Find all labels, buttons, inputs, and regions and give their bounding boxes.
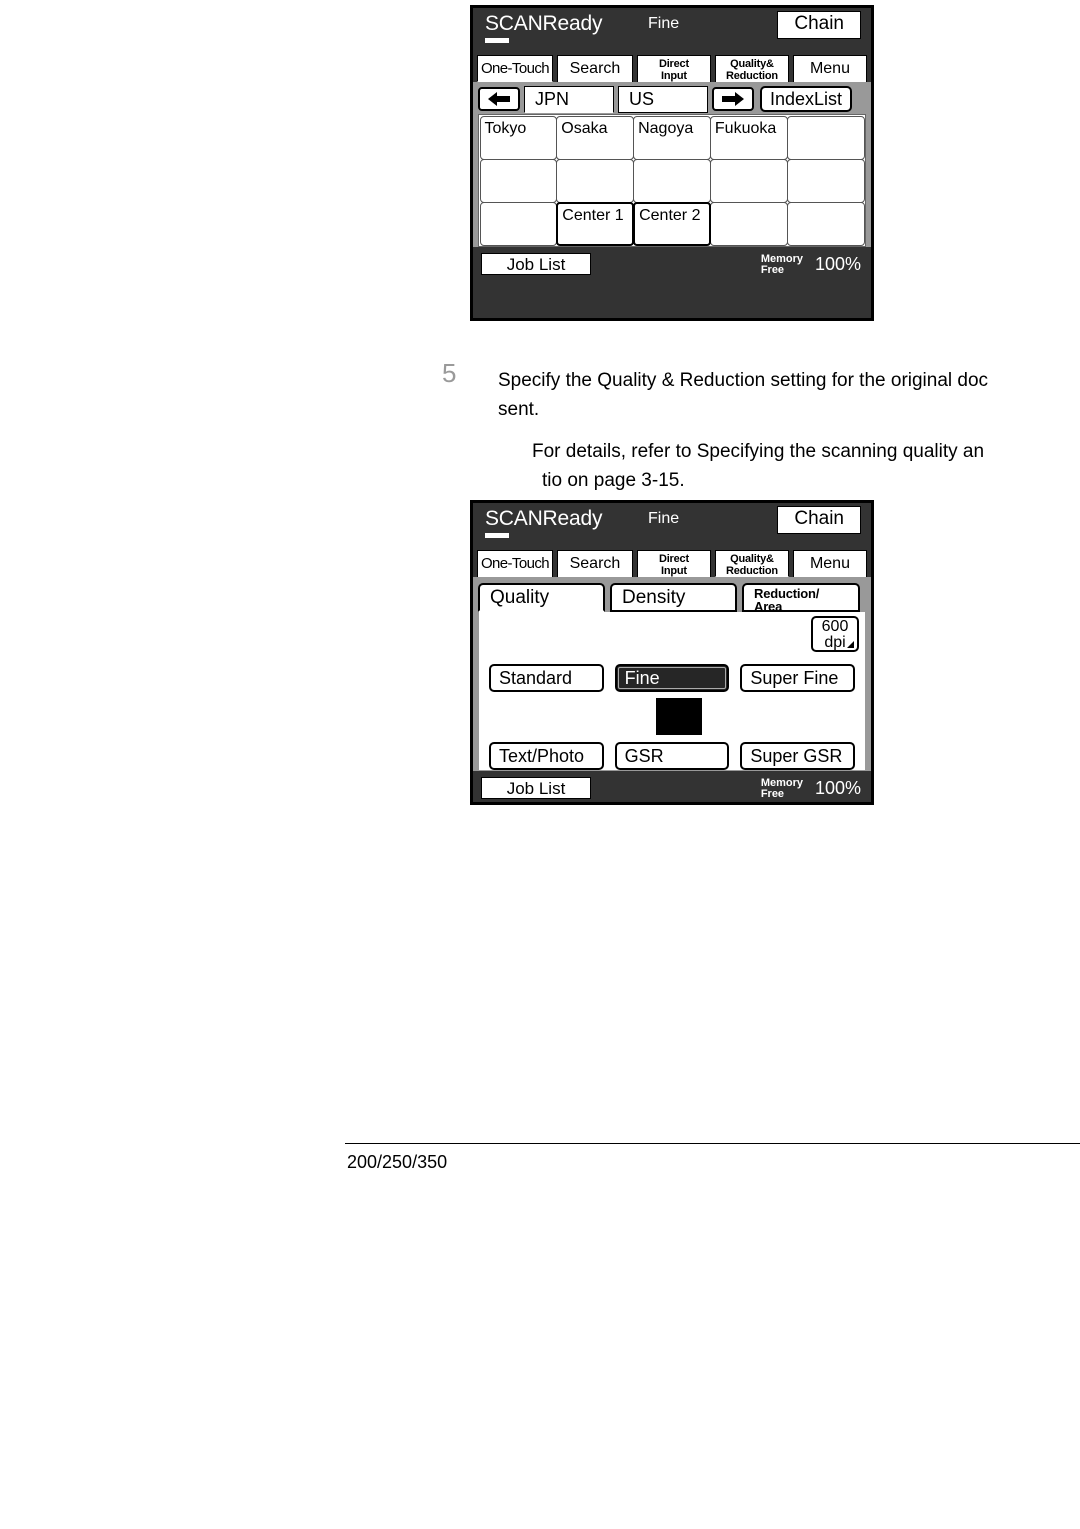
status-mode: Fine xyxy=(648,15,680,32)
status-title: SCANReady xyxy=(485,507,603,530)
one-touch-key[interactable]: Tokyo xyxy=(479,115,558,160)
memory-free-label: Memory Free xyxy=(761,778,803,800)
status-indicator-bar xyxy=(485,38,509,43)
step-note-line2: tio on page 3-15. xyxy=(542,470,685,491)
tab-direct-input-line2: Input xyxy=(661,70,687,82)
prev-index-button[interactable] xyxy=(478,87,520,111)
dpi-value: 600 xyxy=(821,618,849,635)
index-list-button[interactable]: IndexList xyxy=(760,86,853,112)
job-list-button[interactable]: Job List xyxy=(481,253,591,275)
one-touch-key[interactable] xyxy=(556,158,635,203)
footer-bar: Job List Memory Free 100% xyxy=(473,251,871,277)
one-touch-grid: Tokyo Osaka Nagoya Fukuoka Center 1 Cent… xyxy=(479,115,865,246)
memory-free-value: 100% xyxy=(814,254,861,274)
sub-tab-reduction-area[interactable]: Reduction/ Area xyxy=(742,583,860,613)
quality-buttons-row-2: Text/Photo GSR Super GSR xyxy=(489,742,856,770)
quality-settings-body: 600 dpi Standard Fine Super Fine Text/Ph… xyxy=(478,612,866,771)
index-nav-row: JPN US IndexList xyxy=(473,82,871,114)
tab-quality-reduction-line2: Reduction xyxy=(725,70,778,82)
main-tab-row: One-Touch Search Direct Input Quality& R… xyxy=(473,549,871,577)
quality-button-text-photo[interactable]: Text/Photo xyxy=(489,742,604,770)
quality-button-standard[interactable]: Standard xyxy=(489,664,604,692)
index-tab-jpn[interactable]: JPN xyxy=(524,85,614,113)
footer-bar: Job List Memory Free 100% xyxy=(473,775,871,801)
memory-label-line2: Free xyxy=(760,788,785,800)
one-touch-key-center-1[interactable]: Center 1 xyxy=(556,201,635,246)
step-number: 5 xyxy=(442,358,457,388)
tab-direct-input-line1: Direct xyxy=(658,58,689,70)
tab-direct-input[interactable]: Direct Input xyxy=(636,550,711,577)
quality-button-fine[interactable]: Fine xyxy=(614,664,730,692)
memory-free-label: Memory Free xyxy=(761,254,803,276)
lcd-panel-quality: SCANReady Fine Chain One-Touch Search Di… xyxy=(470,500,874,805)
quality-buttons-row-1: Standard Fine Super Fine xyxy=(489,664,856,692)
tab-quality-reduction-line2: Reduction xyxy=(725,565,778,577)
step-note-line1: For details, refer to Specifying the sca… xyxy=(532,441,985,462)
memory-free-value: 100% xyxy=(814,778,861,798)
tab-menu[interactable]: Menu xyxy=(792,55,867,82)
tab-search[interactable]: Search xyxy=(556,55,633,82)
tab-direct-input-line1: Direct xyxy=(658,553,689,565)
one-touch-key[interactable] xyxy=(786,115,865,160)
memory-label-line2: Free xyxy=(760,264,785,276)
quality-button-gsr[interactable]: GSR xyxy=(614,742,730,770)
page-footer-text: 200/250/350 xyxy=(347,1152,448,1172)
footer-divider xyxy=(345,1143,1080,1144)
arrow-left-icon xyxy=(488,92,510,106)
one-touch-key[interactable] xyxy=(633,158,711,203)
redaction-block xyxy=(656,698,702,735)
status-indicator-bar xyxy=(485,533,509,538)
sub-tab-quality[interactable]: Quality xyxy=(478,583,605,612)
tab-one-touch[interactable]: One-Touch xyxy=(477,55,553,82)
quality-button-super-fine[interactable]: Super Fine xyxy=(740,664,856,692)
dropdown-corner-icon xyxy=(847,641,854,648)
one-touch-key[interactable]: Nagoya xyxy=(633,115,711,160)
tab-menu[interactable]: Menu xyxy=(792,550,867,577)
chain-button[interactable]: Chain xyxy=(777,506,861,534)
step-note: For details, refer to Specifying the sca… xyxy=(532,437,1080,495)
one-touch-key[interactable] xyxy=(786,158,865,203)
status-title: SCANReady xyxy=(485,12,603,35)
main-tab-row: One-Touch Search Direct Input Quality& R… xyxy=(473,54,871,82)
tab-direct-input[interactable]: Direct Input xyxy=(636,55,711,82)
tab-quality-reduction[interactable]: Quality& Reduction xyxy=(714,550,789,577)
job-list-button[interactable]: Job List xyxy=(481,777,591,799)
step-text-line2: sent. xyxy=(498,399,540,420)
lcd-panel-one-touch: SCANReady Fine Chain One-Touch Search Di… xyxy=(470,5,874,321)
one-touch-key-center-2[interactable]: Center 2 xyxy=(633,201,711,246)
quality-sub-tab-row: Quality Density Reduction/ Area xyxy=(473,577,871,613)
one-touch-key[interactable] xyxy=(786,201,865,246)
tab-quality-reduction-line1: Quality& xyxy=(730,553,774,565)
one-touch-key[interactable] xyxy=(709,158,788,203)
tab-quality-reduction[interactable]: Quality& Reduction xyxy=(714,55,789,82)
index-tab-us[interactable]: US xyxy=(618,85,708,113)
arrow-right-icon xyxy=(722,92,744,106)
one-touch-key[interactable]: Fukuoka xyxy=(709,115,788,160)
status-bar: SCANReady Fine Chain xyxy=(473,8,871,54)
status-bar: SCANReady Fine Chain xyxy=(473,503,871,549)
one-touch-grid-wrapper: Tokyo Osaka Nagoya Fukuoka Center 1 Cent… xyxy=(478,114,866,247)
quality-button-super-gsr[interactable]: Super GSR xyxy=(740,742,856,770)
one-touch-key[interactable] xyxy=(709,201,788,246)
panel-body: JPN US IndexList Tokyo Osaka Nagoya Fuku… xyxy=(473,82,871,247)
panel-body: Quality Density Reduction/ Area 600 dpi … xyxy=(473,577,871,771)
tab-search[interactable]: Search xyxy=(556,550,633,577)
chain-button[interactable]: Chain xyxy=(777,11,861,39)
tab-quality-reduction-line1: Quality& xyxy=(730,58,774,70)
step-text-line1: Specify the Quality & Reduction setting … xyxy=(498,370,989,391)
tab-one-touch[interactable]: One-Touch xyxy=(477,550,553,577)
one-touch-key[interactable] xyxy=(479,158,558,203)
one-touch-key[interactable] xyxy=(479,201,558,246)
tab-direct-input-line2: Input xyxy=(661,565,687,577)
status-mode: Fine xyxy=(648,510,680,527)
one-touch-key[interactable]: Osaka xyxy=(556,115,635,160)
step-text: Specify the Quality & Reduction setting … xyxy=(498,366,1080,424)
sub-tab-density[interactable]: Density xyxy=(610,583,737,612)
next-index-button[interactable] xyxy=(712,87,754,111)
resolution-dpi-button[interactable]: 600 dpi xyxy=(811,616,859,652)
